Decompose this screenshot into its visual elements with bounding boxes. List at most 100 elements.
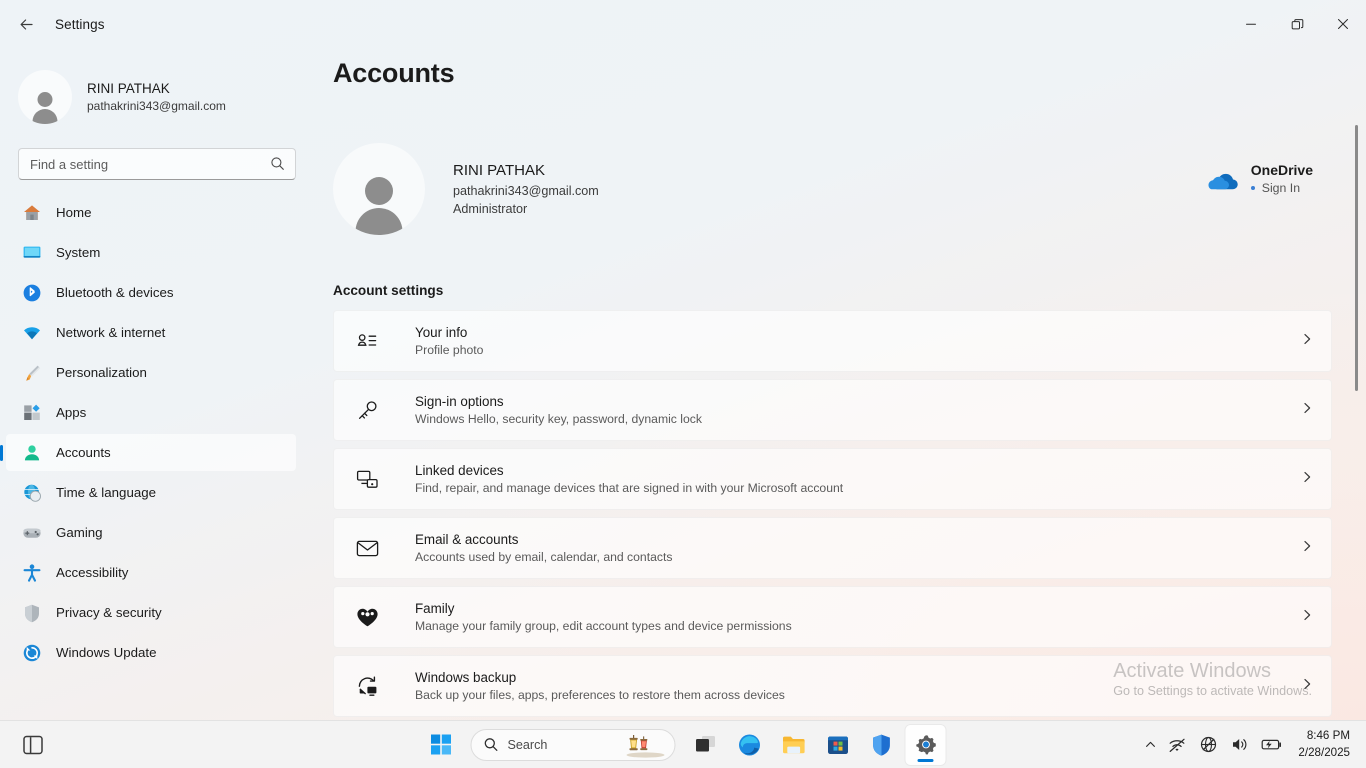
sidebar-item-time-language[interactable]: Time & language <box>6 474 296 511</box>
settings-card-email-accounts[interactable]: Email & accounts Accounts used by email, … <box>333 517 1332 579</box>
volume-button[interactable] <box>1225 726 1254 764</box>
profile-avatar-large[interactable] <box>333 143 425 235</box>
section-title: Account settings <box>333 283 444 298</box>
sidebar-item-gaming[interactable]: Gaming <box>6 514 296 551</box>
minimize-button[interactable] <box>1228 0 1274 48</box>
tray-icon-group <box>1162 726 1288 764</box>
taskbar-search-label: Search <box>507 737 548 752</box>
account-email: pathakrini343@gmail.com <box>453 183 599 198</box>
shield-icon <box>21 602 43 624</box>
sidebar-item-privacy-security[interactable]: Privacy & security <box>6 594 296 631</box>
windows-security-button[interactable] <box>862 725 902 765</box>
main-scrollbar[interactable] <box>1350 125 1364 720</box>
close-button[interactable] <box>1320 0 1366 48</box>
settings-card-linked-devices[interactable]: Linked devices Find, repair, and manage d… <box>333 448 1332 510</box>
title-bar: Settings <box>0 0 1366 48</box>
sidebar-item-label: Gaming <box>56 525 103 540</box>
microsoft-edge-button[interactable] <box>730 725 770 765</box>
onedrive-status-label: Sign In <box>1261 181 1301 195</box>
task-view-icon <box>695 736 715 752</box>
person-icon <box>28 90 62 124</box>
lanterns-icon <box>626 734 665 758</box>
sidebar-item-label: Bluetooth & devices <box>56 285 174 300</box>
clock[interactable]: 8:46 PM 2/28/2025 <box>1288 728 1356 761</box>
settings-button[interactable] <box>905 724 946 765</box>
settings-card-title: Windows backup <box>415 670 517 686</box>
apps-icon <box>21 402 43 424</box>
chevron-up-icon <box>1146 741 1156 747</box>
settings-card-subtitle: Windows Hello, security key, password, d… <box>415 411 702 426</box>
scrollbar-thumb[interactable] <box>1355 125 1358 391</box>
sidebar-item-accessibility[interactable]: Accessibility <box>6 554 296 591</box>
brush-icon <box>21 362 43 384</box>
chevron-right-icon <box>1300 539 1314 558</box>
settings-card-your-info[interactable]: Your info Profile photo <box>333 310 1332 372</box>
sidebar-item-home[interactable]: Home <box>6 194 296 231</box>
backup-icon <box>354 673 380 699</box>
folder-icon <box>782 736 805 753</box>
sidebar-item-system[interactable]: System <box>6 234 296 271</box>
microsoft-store-button[interactable] <box>818 725 858 765</box>
shield-icon <box>873 734 890 756</box>
settings-card-family[interactable]: Family Manage your family group, edit acc… <box>333 586 1332 648</box>
account-hero-text: RINI PATHAK pathakrini343@gmail.com Admi… <box>453 160 599 218</box>
widgets-button[interactable] <box>14 726 52 764</box>
system-icon <box>21 242 43 264</box>
sidebar-item-network-internet[interactable]: Network & internet <box>6 314 296 351</box>
search-input[interactable] <box>19 149 295 179</box>
settings-card-list: Your info Profile photo Sign-in options Win… <box>333 310 1332 717</box>
restore-icon <box>1291 18 1303 29</box>
taskbar-center: Search <box>421 724 946 765</box>
sidebar-item-bluetooth-devices[interactable]: Bluetooth & devices <box>6 274 296 311</box>
settings-card-subtitle: Profile photo <box>415 342 484 357</box>
status-dot-icon <box>1250 186 1255 190</box>
onedrive-signin-link[interactable]: Sign In <box>1250 181 1313 195</box>
settings-card-title: Sign-in options <box>415 394 504 410</box>
sidebar-profile[interactable]: RINI PATHAK pathakrini343@gmail.com <box>0 58 314 130</box>
onedrive-text: OneDrive Sign In <box>1250 162 1313 195</box>
close-icon <box>1338 19 1348 29</box>
sidebar-item-windows-update[interactable]: Windows Update <box>6 634 296 671</box>
network-blocked-button[interactable] <box>1194 726 1223 764</box>
settings-card-subtitle: Back up your files, apps, preferences to… <box>415 687 785 702</box>
start-button[interactable] <box>421 725 461 765</box>
onedrive-cloud-icon <box>1208 172 1238 196</box>
onedrive-title: OneDrive <box>1250 162 1313 178</box>
settings-card-windows-backup[interactable]: Windows backup Back up your files, apps, … <box>333 655 1332 717</box>
main-content: Accounts RINI PATHAK pathakrini343@gmail… <box>314 48 1366 720</box>
sidebar-item-label: Personalization <box>56 365 147 380</box>
accounts-icon <box>21 442 43 464</box>
sidebar: RINI PATHAK pathakrini343@gmail.com Home… <box>0 48 314 720</box>
account-name: RINI PATHAK <box>453 161 545 179</box>
task-view-button[interactable] <box>686 725 726 765</box>
network-icon <box>21 322 43 344</box>
sidebar-nav: Home System Bluetooth & devices Network & i… <box>0 194 314 671</box>
no-connection-button[interactable] <box>1162 726 1192 764</box>
sidebar-profile-name: RINI PATHAK <box>87 80 170 96</box>
sidebar-item-label: Apps <box>56 405 87 420</box>
settings-card-title: Family <box>415 601 455 617</box>
chevron-right-icon <box>1300 401 1314 420</box>
page-title: Accounts <box>333 58 455 88</box>
tray-overflow-button[interactable] <box>1139 726 1162 764</box>
minimize-icon <box>1246 23 1256 25</box>
clock-globe-icon <box>21 482 43 504</box>
file-explorer-button[interactable] <box>774 725 814 765</box>
sidebar-profile-text: RINI PATHAK pathakrini343@gmail.com <box>87 80 226 114</box>
chevron-right-icon <box>1300 608 1314 627</box>
sidebar-item-label: System <box>56 245 101 260</box>
taskbar-search[interactable]: Search <box>470 728 676 761</box>
active-app-indicator <box>917 758 934 762</box>
gear-icon <box>915 735 936 755</box>
back-button[interactable] <box>6 8 46 40</box>
settings-card-sign-in-options[interactable]: Sign-in options Windows Hello, security k… <box>333 379 1332 441</box>
maximize-restore-button[interactable] <box>1274 0 1320 48</box>
battery-button[interactable] <box>1256 726 1288 764</box>
sidebar-item-accounts[interactable]: Accounts <box>6 434 296 471</box>
window-controls <box>1228 0 1366 48</box>
settings-card-text: Your info Profile photo <box>415 324 1290 358</box>
battery-charging-icon <box>1262 739 1282 750</box>
search-box[interactable] <box>18 148 296 180</box>
sidebar-item-apps[interactable]: Apps <box>6 394 296 431</box>
sidebar-item-personalization[interactable]: Personalization <box>6 354 296 391</box>
